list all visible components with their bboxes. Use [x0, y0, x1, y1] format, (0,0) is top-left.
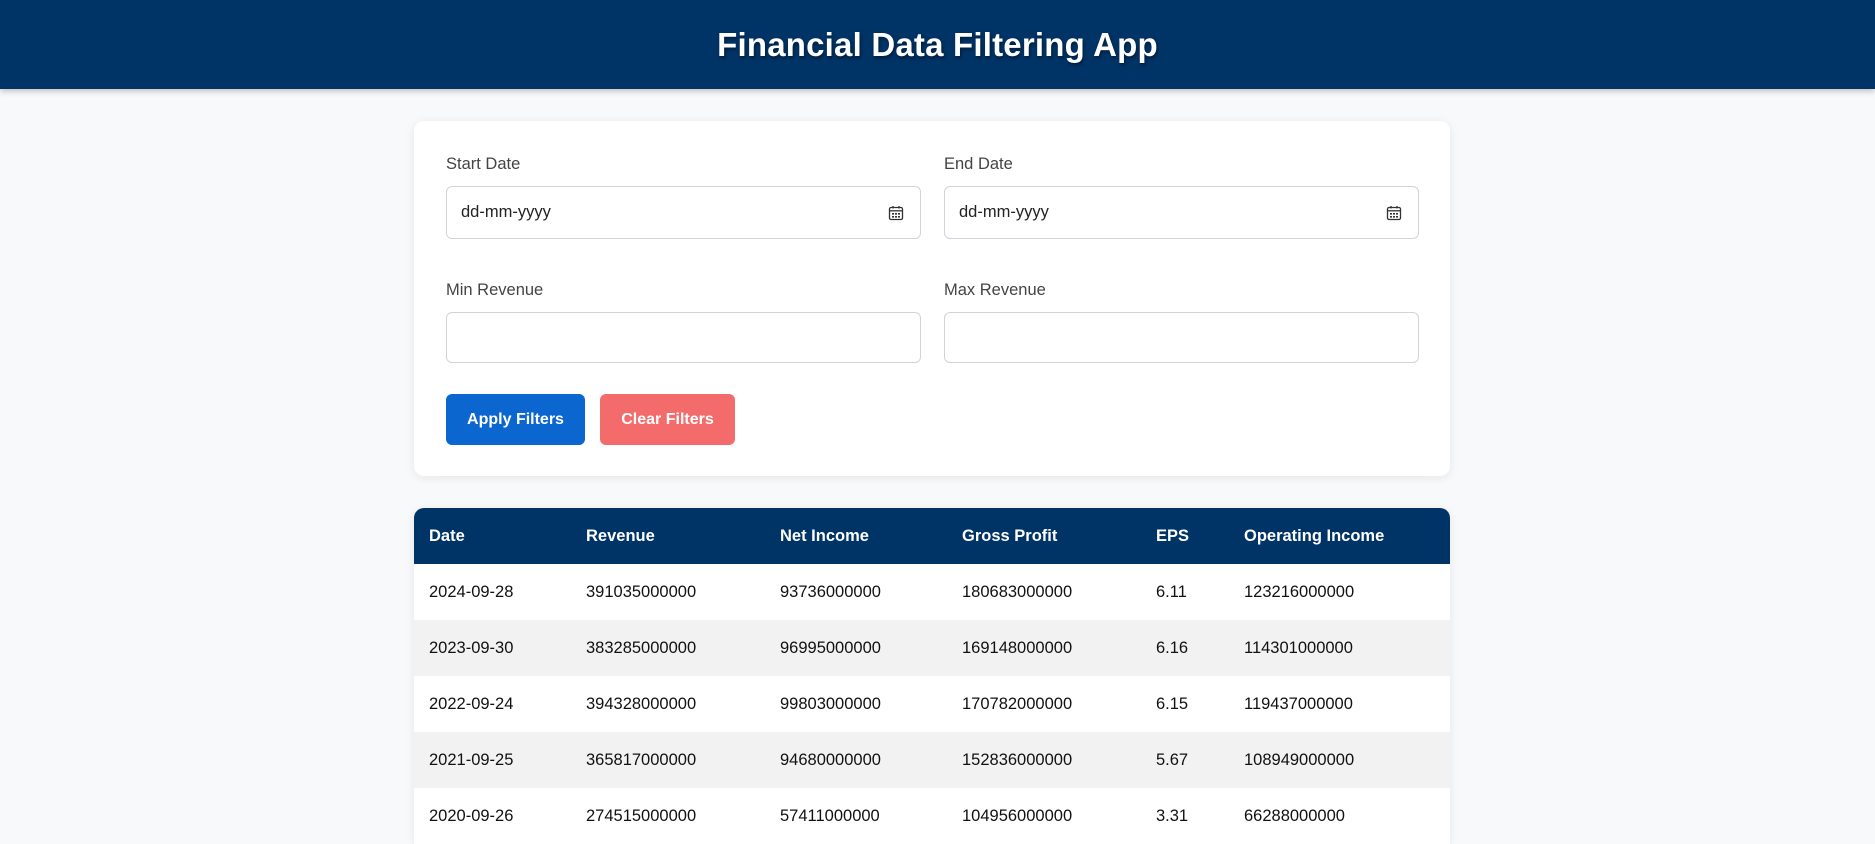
- column-header-eps[interactable]: EPS: [1141, 508, 1229, 564]
- table-row: 2023-09-30 383285000000 96995000000 1691…: [414, 620, 1450, 676]
- max-revenue-label: Max Revenue: [944, 281, 1046, 299]
- end-date-input[interactable]: dd-mm-yyyy: [944, 186, 1419, 239]
- table-row: 2022-09-24 394328000000 99803000000 1707…: [414, 676, 1450, 732]
- min-revenue-input[interactable]: [446, 312, 921, 363]
- end-date-label: End Date: [944, 155, 1013, 173]
- column-header-operating-income[interactable]: Operating Income: [1229, 508, 1450, 564]
- min-revenue-label: Min Revenue: [446, 281, 544, 299]
- cell-eps: 6.15: [1156, 694, 1189, 713]
- cell-eps: 6.16: [1156, 638, 1189, 657]
- cell-net-income: 99803000000: [780, 694, 881, 713]
- column-header-net-income[interactable]: Net Income: [765, 508, 947, 564]
- apply-filters-button[interactable]: Apply Filters: [446, 394, 585, 445]
- cell-revenue: 383285000000: [586, 638, 697, 657]
- cell-revenue: 365817000000: [586, 750, 697, 769]
- cell-eps: 5.67: [1156, 750, 1189, 769]
- table-row: 2021-09-25 365817000000 94680000000 1528…: [414, 732, 1450, 788]
- calendar-icon[interactable]: [888, 205, 904, 221]
- cell-date: 2020-09-26: [429, 806, 514, 825]
- cell-eps: 6.11: [1156, 582, 1187, 601]
- cell-date: 2021-09-25: [429, 750, 514, 769]
- cell-operating-income: 66288000000: [1244, 806, 1345, 825]
- cell-revenue: 394328000000: [586, 694, 697, 713]
- start-date-value: dd-mm-yyyy: [461, 203, 551, 221]
- calendar-icon[interactable]: [1386, 205, 1402, 221]
- start-date-label: Start Date: [446, 155, 521, 173]
- page-title: Financial Data Filtering App: [717, 25, 1158, 63]
- table-row: 2020-09-26 274515000000 57411000000 1049…: [414, 788, 1450, 844]
- table-row: 2024-09-28 391035000000 93736000000 1806…: [414, 564, 1450, 620]
- end-date-value: dd-mm-yyyy: [959, 203, 1049, 221]
- end-date-group: End Date dd-mm-yyyy: [944, 155, 1419, 239]
- cell-gross-profit: 169148000000: [962, 638, 1073, 657]
- cell-revenue: 391035000000: [586, 582, 697, 601]
- cell-operating-income: 114301000000: [1244, 638, 1353, 657]
- cell-date: 2022-09-24: [429, 694, 514, 713]
- table-header-row: Date Revenue Net Income Gross Profit EPS…: [414, 508, 1450, 564]
- cell-net-income: 94680000000: [780, 750, 881, 769]
- cell-operating-income: 108949000000: [1244, 750, 1355, 769]
- cell-gross-profit: 152836000000: [962, 750, 1073, 769]
- cell-gross-profit: 170782000000: [962, 694, 1073, 713]
- clear-filters-button[interactable]: Clear Filters: [600, 394, 735, 445]
- app-header: Financial Data Filtering App: [0, 0, 1875, 89]
- cell-eps: 3.31: [1156, 806, 1189, 825]
- cell-operating-income: 123216000000: [1244, 582, 1355, 601]
- column-header-gross-profit[interactable]: Gross Profit: [947, 508, 1141, 564]
- financial-data-table: Date Revenue Net Income Gross Profit EPS…: [414, 508, 1450, 844]
- column-header-date[interactable]: Date: [414, 508, 571, 564]
- cell-date: 2024-09-28: [429, 582, 514, 601]
- max-revenue-input[interactable]: [944, 312, 1419, 363]
- start-date-input[interactable]: dd-mm-yyyy: [446, 186, 921, 239]
- max-revenue-group: Max Revenue: [944, 281, 1419, 363]
- cell-gross-profit: 180683000000: [962, 582, 1073, 601]
- start-date-group: Start Date dd-mm-yyyy: [446, 155, 921, 239]
- filter-panel: Start Date dd-mm-yyyy End Date dd-mm-yyy…: [414, 121, 1450, 476]
- cell-revenue: 274515000000: [586, 806, 697, 825]
- min-revenue-group: Min Revenue: [446, 281, 921, 363]
- cell-net-income: 93736000000: [780, 582, 881, 601]
- cell-operating-income: 119437000000: [1244, 694, 1353, 713]
- cell-net-income: 57411000000: [780, 806, 880, 825]
- cell-gross-profit: 104956000000: [962, 806, 1073, 825]
- cell-net-income: 96995000000: [780, 638, 881, 657]
- column-header-revenue[interactable]: Revenue: [571, 508, 765, 564]
- cell-date: 2023-09-30: [429, 638, 514, 657]
